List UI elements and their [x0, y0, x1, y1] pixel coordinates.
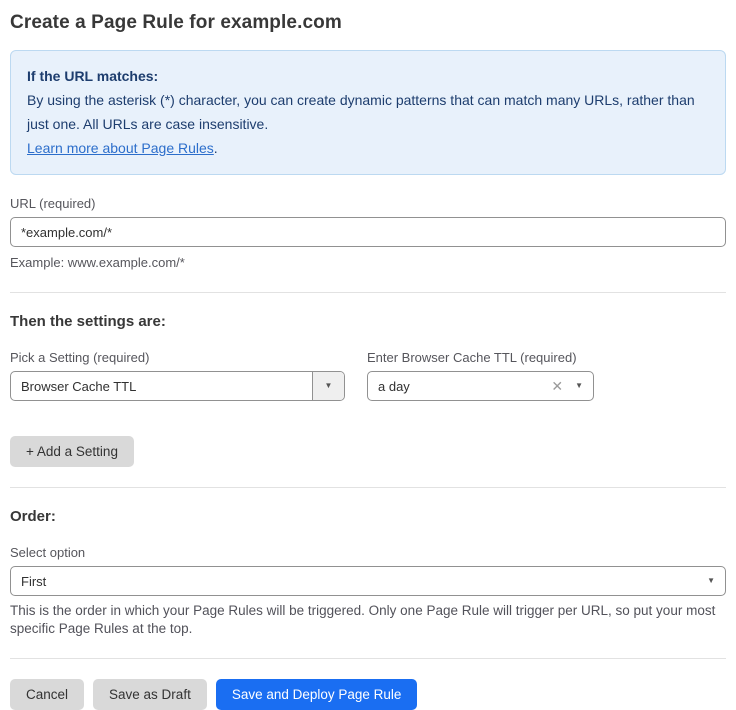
clear-icon[interactable]: ✕ — [551, 379, 563, 393]
url-input[interactable] — [10, 217, 726, 247]
ttl-picker-value: a day — [378, 379, 551, 394]
order-helper-text: This is the order in which your Page Rul… — [10, 602, 726, 638]
cancel-button[interactable]: Cancel — [10, 679, 84, 710]
footer-actions: Cancel Save as Draft Save and Deploy Pag… — [10, 679, 726, 710]
settings-section-heading: Then the settings are: — [10, 313, 726, 330]
order-dropdown[interactable]: First ▼ — [10, 566, 726, 596]
page-title: Create a Page Rule for example.com — [10, 12, 726, 34]
setting-picker-column: Pick a Setting (required) Browser Cache … — [10, 350, 345, 401]
setting-picker-caret-segment[interactable]: ▼ — [312, 372, 344, 400]
setting-picker-value: Browser Cache TTL — [11, 372, 312, 400]
save-and-deploy-button[interactable]: Save and Deploy Page Rule — [216, 679, 418, 710]
ttl-picker-column: Enter Browser Cache TTL (required) a day… — [367, 350, 594, 401]
caret-down-icon: ▼ — [707, 577, 715, 585]
setting-picker-label: Pick a Setting (required) — [10, 350, 345, 365]
info-box-body: By using the asterisk (*) character, you… — [27, 88, 709, 160]
order-section-heading: Order: — [10, 508, 726, 525]
order-dropdown-value: First — [21, 574, 707, 589]
divider — [10, 487, 726, 488]
ttl-picker-label: Enter Browser Cache TTL (required) — [367, 350, 594, 365]
order-select-label: Select option — [10, 545, 726, 560]
learn-more-link[interactable]: Learn more about Page Rules — [27, 140, 214, 156]
settings-row: Pick a Setting (required) Browser Cache … — [10, 350, 726, 401]
divider — [10, 292, 726, 293]
save-as-draft-button[interactable]: Save as Draft — [93, 679, 207, 710]
caret-down-icon: ▼ — [325, 382, 333, 390]
url-matches-info-box: If the URL matches: By using the asteris… — [10, 50, 726, 175]
url-field-label: URL (required) — [10, 196, 726, 211]
link-period: . — [214, 140, 218, 156]
ttl-picker-dropdown[interactable]: a day ✕ ▼ — [367, 371, 594, 401]
info-box-heading: If the URL matches: — [27, 64, 709, 88]
add-setting-wrap: + Add a Setting — [10, 436, 726, 467]
divider — [10, 658, 726, 659]
setting-picker-dropdown[interactable]: Browser Cache TTL ▼ — [10, 371, 345, 401]
add-setting-button[interactable]: + Add a Setting — [10, 436, 134, 467]
caret-down-icon: ▼ — [575, 382, 583, 390]
url-example-helper: Example: www.example.com/* — [10, 254, 726, 272]
